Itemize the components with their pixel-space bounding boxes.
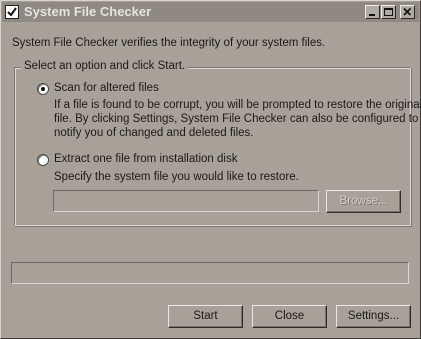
close-button[interactable]: Close [252,305,327,328]
settings-button[interactable]: Settings... [336,305,411,328]
checkmark-document-icon [5,5,19,19]
scan-description-line: notify you of changed and deleted files. [54,127,254,139]
scan-option-radio[interactable] [37,83,49,95]
system-file-checker-window: System File Checker System File Checker … [0,0,421,339]
maximize-button[interactable] [381,5,396,19]
minimize-icon [369,14,375,16]
extract-option-label[interactable]: Extract one file from installation disk [54,153,237,165]
scan-description-line: file. By clicking Settings, System File … [54,113,419,125]
browse-button[interactable]: Browse... [326,190,401,213]
extract-option-description: Specify the system file you would like t… [54,171,299,183]
progress-bar [11,262,409,284]
options-group-legend: Select an option and click Start. [21,60,189,72]
maximize-icon [384,8,393,16]
radio-selected-dot [41,87,45,91]
title-bar[interactable]: System File Checker [2,2,419,22]
minimize-button[interactable] [365,5,380,19]
scan-option-description: If a file is found to be corrupt, you wi… [54,98,421,140]
file-name-input[interactable] [53,190,319,212]
window-title: System File Checker [24,4,152,19]
start-button[interactable]: Start [168,305,243,328]
scan-description-line: If a file is found to be corrupt, you wi… [54,99,421,111]
close-window-button[interactable] [400,5,415,19]
intro-text: System File Checker verifies the integri… [12,37,326,49]
extract-option-radio[interactable] [37,154,49,166]
close-icon [403,7,412,16]
scan-option-label[interactable]: Scan for altered files [54,82,159,94]
